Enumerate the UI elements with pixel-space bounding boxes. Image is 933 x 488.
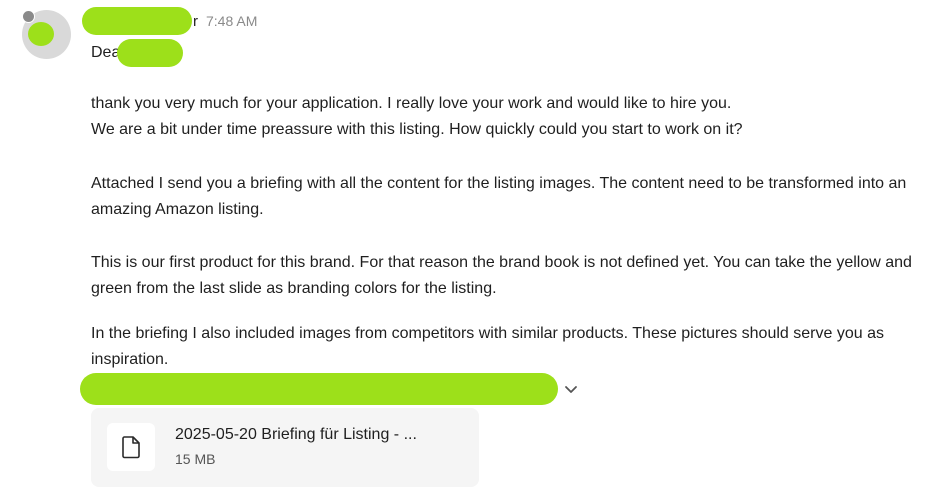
sender-name[interactable]: r bbox=[193, 13, 198, 30]
message-paragraph: Attached I send you a briefing with all … bbox=[91, 171, 921, 223]
avatar-redaction bbox=[28, 22, 54, 46]
greeting-line: Dea bbox=[91, 38, 184, 68]
presence-status-dot bbox=[22, 10, 35, 23]
file-icon bbox=[107, 423, 155, 471]
attachment-file-size: 15 MB bbox=[175, 451, 216, 467]
message-paragraph: This is our first product for this brand… bbox=[91, 250, 921, 302]
message-view: r 7:48 AM Dea thank you very much for yo… bbox=[0, 0, 933, 488]
attachment-card[interactable]: 2025-05-20 Briefing für Listing - ... 15… bbox=[91, 408, 479, 487]
message-header: r 7:48 AM bbox=[82, 6, 257, 36]
greeting-text: Dea bbox=[91, 44, 121, 61]
paragraph-text: Attached I send you a briefing with all … bbox=[91, 175, 907, 218]
paragraph-text: This is our first product for this brand… bbox=[91, 254, 912, 297]
greeting-name-redaction bbox=[117, 39, 184, 67]
paragraph-text: thank you very much for your application… bbox=[91, 95, 743, 138]
message-paragraph: thank you very much for your application… bbox=[91, 91, 921, 143]
paragraph-text: In the briefing I also included images f… bbox=[91, 325, 884, 368]
chevron-down-icon[interactable] bbox=[562, 380, 580, 398]
sender-name-redaction bbox=[82, 7, 192, 35]
message-timestamp: 7:48 AM bbox=[206, 13, 258, 29]
attachment-file-name: 2025-05-20 Briefing für Listing - ... bbox=[175, 426, 417, 443]
message-paragraph: In the briefing I also included images f… bbox=[91, 321, 921, 373]
signature-redaction bbox=[80, 373, 558, 405]
